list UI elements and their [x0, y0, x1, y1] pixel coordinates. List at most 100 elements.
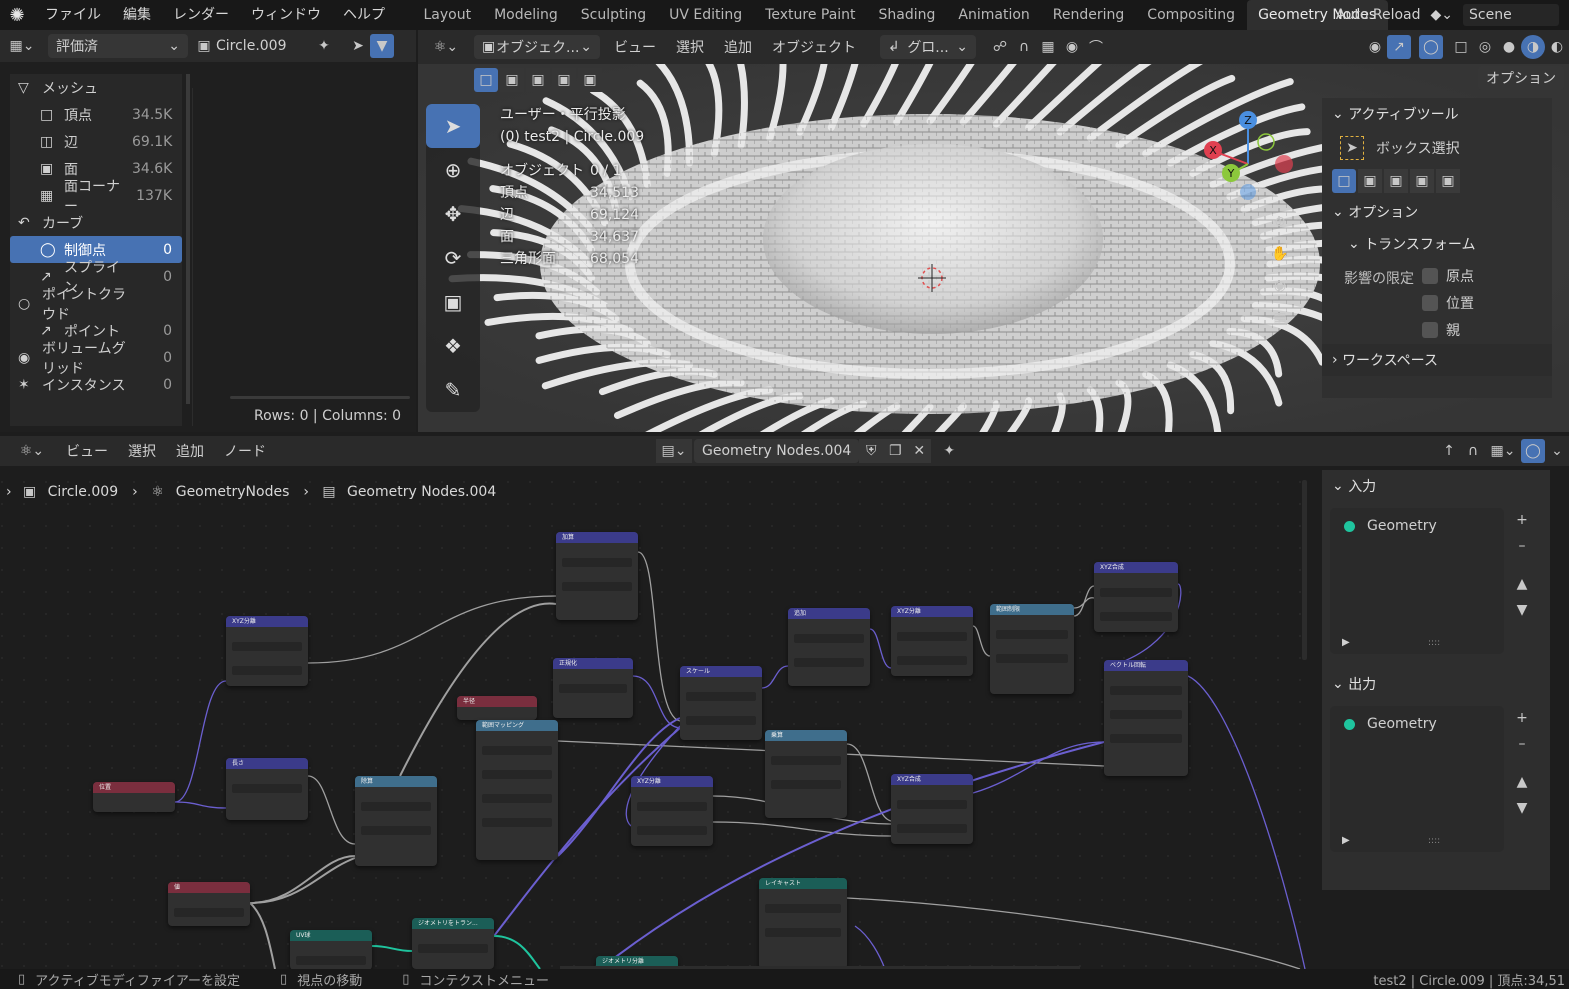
expand-icon[interactable]: ▶	[1342, 835, 1350, 846]
options-dropdown[interactable]: オプション	[1478, 66, 1564, 90]
workspace-tab-8[interactable]: Compositing	[1136, 0, 1247, 30]
gizmo-icon[interactable]: ↗	[1387, 35, 1411, 59]
menu-item-0[interactable]: ファイル	[34, 0, 112, 30]
add-output-icon[interactable]: +	[1510, 706, 1534, 730]
mode-new-icon[interactable]: □	[1332, 169, 1356, 193]
node[interactable]: 乗算	[765, 730, 847, 818]
node-v-scrollbar[interactable]	[1302, 480, 1307, 660]
tree-item[interactable]: ◉ ボリュームグリッド 0	[10, 341, 182, 377]
node[interactable]: XYZ合成	[891, 774, 973, 844]
orientation-dropdown[interactable]: ↲ グロ... ⌄	[880, 35, 976, 59]
camera-icon[interactable]: ◉	[1268, 274, 1292, 298]
transform-tool-icon[interactable]: ❖	[426, 324, 480, 368]
move-up-icon[interactable]: ▲	[1510, 572, 1534, 596]
node[interactable]: 正規化	[553, 658, 633, 718]
input-socket-row[interactable]: Geometry	[1330, 508, 1504, 544]
tree-item[interactable]: ✶ インスタンス 0	[10, 371, 182, 398]
scene-selector[interactable]: Scene	[1463, 4, 1559, 26]
expand-icon[interactable]: ▶	[1342, 637, 1350, 648]
overlay-icon[interactable]: ◯	[1521, 439, 1545, 463]
parent-checkbox[interactable]: 親	[1422, 320, 1474, 340]
node[interactable]: 範囲制限	[990, 604, 1074, 694]
new-selection-icon[interactable]: □	[474, 68, 498, 92]
auto-reload-button[interactable]: Auto Reload	[1336, 7, 1421, 23]
falloff-icon[interactable]: ⌒	[1084, 35, 1108, 59]
select-box-tool-icon[interactable]: ➤	[426, 104, 480, 148]
breadcrumb-tree[interactable]: Geometry Nodes.004	[341, 484, 502, 500]
mode-dropdown[interactable]: ▣ オブジェク... ⌄	[474, 35, 600, 59]
node[interactable]: XYZ分離	[226, 616, 308, 686]
extend-selection-icon[interactable]: ▣	[500, 68, 524, 92]
tree-item[interactable]: ▽ メッシュ	[10, 74, 182, 101]
select-filter-icon[interactable]: ➤	[346, 34, 370, 58]
cursor-tool-icon[interactable]: ⊕	[426, 148, 480, 192]
viewport-menu-1[interactable]: 選択	[666, 37, 714, 57]
blender-logo-icon[interactable]: ✺	[0, 0, 34, 30]
remove-input-icon[interactable]: –	[1510, 534, 1534, 558]
node[interactable]: UV球	[290, 930, 372, 969]
wireframe-shading-icon[interactable]: ◎	[1473, 35, 1497, 59]
node[interactable]: 長さ	[226, 758, 308, 820]
xray-icon[interactable]: □	[1449, 35, 1473, 59]
workspace-tab-0[interactable]: Layout	[412, 0, 483, 30]
workspace-header[interactable]: › ワークスペース	[1322, 344, 1552, 376]
overlay-icon[interactable]: ◯	[1419, 35, 1443, 59]
node[interactable]: 追加	[788, 608, 870, 686]
move-down-icon[interactable]: ▼	[1510, 796, 1534, 820]
snap-icon[interactable]: ∩	[1461, 439, 1485, 463]
filter-icon[interactable]: ▼	[370, 34, 394, 58]
node[interactable]: 除算	[355, 776, 437, 866]
move-down-icon[interactable]: ▼	[1510, 598, 1534, 622]
invert-selection-icon[interactable]: ▣	[552, 68, 576, 92]
overlay-dropdown-icon[interactable]: ⌄	[1545, 439, 1569, 463]
navigation-gizmo[interactable]: Z X Y	[1198, 104, 1308, 214]
rendered-shading-icon[interactable]: ◐	[1545, 35, 1569, 59]
menu-item-4[interactable]: ヘルプ	[332, 0, 396, 30]
outputs-header[interactable]: ⌄ 出力	[1322, 668, 1550, 700]
menu-item-3[interactable]: ウィンドウ	[240, 0, 332, 30]
menu-item-2[interactable]: レンダー	[162, 0, 240, 30]
node[interactable]: XYZ合成	[1094, 562, 1178, 632]
visibility-icon[interactable]: ◉	[1363, 35, 1387, 59]
move-tool-icon[interactable]: ✥	[426, 192, 480, 236]
viewport-menu-0[interactable]: ビュー	[604, 37, 666, 57]
pivot-icon[interactable]: ☍	[988, 35, 1012, 59]
node[interactable]: 半径	[457, 696, 537, 720]
origin-checkbox[interactable]: 原点	[1422, 266, 1474, 286]
tree-scrollbar[interactable]	[186, 74, 190, 404]
tree-item[interactable]: ↶ カーブ	[10, 209, 182, 236]
material-shading-icon[interactable]: ◑	[1521, 35, 1545, 59]
active-tool-header[interactable]: ⌄ アクティブツール	[1322, 98, 1552, 130]
drag-handle-icon[interactable]: ::::	[1428, 836, 1440, 846]
intersect-selection-icon[interactable]: ▣	[578, 68, 602, 92]
transform-header[interactable]: ⌄ トランスフォーム	[1322, 228, 1552, 260]
inputs-header[interactable]: ⌄ 入力	[1322, 470, 1550, 502]
menu-item-1[interactable]: 編集	[112, 0, 162, 30]
snap-mode-icon[interactable]: ▦⌄	[1485, 439, 1521, 463]
h-scrollbar[interactable]	[230, 396, 410, 399]
pin-icon[interactable]: ✦	[312, 34, 336, 58]
location-checkbox[interactable]: 位置	[1422, 293, 1474, 313]
tree-item[interactable]: ▦ 面コーナー 137K	[10, 179, 182, 215]
solid-shading-icon[interactable]: ●	[1497, 35, 1521, 59]
editor-type-icon[interactable]: ▦⌄	[10, 34, 35, 58]
tree-item[interactable]: ○ ポイントクラウド	[10, 287, 182, 323]
mode-subtract-icon[interactable]: ▣	[1384, 169, 1408, 193]
parent-node-tree-icon[interactable]: ↑	[1437, 439, 1461, 463]
output-socket-row[interactable]: Geometry	[1330, 706, 1504, 742]
remove-output-icon[interactable]: –	[1510, 732, 1534, 756]
subtract-selection-icon[interactable]: ▣	[526, 68, 550, 92]
pan-hand-icon[interactable]: ✋	[1268, 242, 1292, 266]
tree-item[interactable]: □ 頂点 34.5K	[10, 101, 182, 128]
viewport-menu-3[interactable]: オブジェクト	[762, 37, 866, 57]
workspace-tab-4[interactable]: Texture Paint	[754, 0, 867, 30]
workspace-tab-7[interactable]: Rendering	[1041, 0, 1136, 30]
scene-icon[interactable]: ◆⌄	[1431, 7, 1454, 23]
workspace-tab-5[interactable]: Shading	[867, 0, 947, 30]
editor-type-icon[interactable]: ⚛⌄	[428, 35, 464, 59]
workspace-tab-1[interactable]: Modeling	[483, 0, 570, 30]
box-select-tool[interactable]: ➤ ボックス選択	[1322, 130, 1552, 166]
tree-item[interactable]: ◫ 辺 69.1K	[10, 128, 182, 155]
eval-mode-dropdown[interactable]: 評価済 ⌄	[48, 34, 188, 58]
node[interactable]: 加算	[556, 532, 638, 620]
